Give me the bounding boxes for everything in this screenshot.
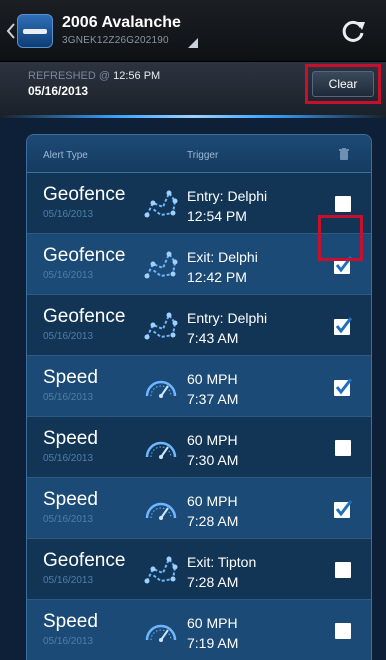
alert-type: Speed [43, 428, 98, 449]
trigger-detail: Exit: Delphi [187, 249, 258, 265]
list-item[interactable]: Geofence 05/16/2013 Exit: Tipton 7:28 AM [27, 539, 371, 600]
list-item[interactable]: Speed 05/16/2013 60 MPH 7:30 AM [27, 417, 371, 478]
checkbox-highlight [318, 215, 363, 261]
list-item[interactable]: Speed 05/16/2013 60 MPH 7:28 AM [27, 478, 371, 539]
checkbox-unchecked[interactable] [334, 195, 352, 213]
alert-type: Geofence [43, 184, 126, 205]
geofence-icon [143, 309, 179, 343]
alert-date: 05/16/2013 [43, 575, 94, 586]
refreshed-prefix: REFRESHED @ [28, 70, 111, 82]
trigger-time: 12:42 PM [187, 269, 247, 285]
checkbox-checked[interactable] [334, 500, 353, 518]
alert-type: Geofence [43, 306, 126, 327]
speedometer-icon [143, 492, 179, 526]
list-item[interactable]: Geofence 05/16/2013 Entry: Delphi 7:43 AM [27, 295, 371, 356]
alerts-list: Alert Type Trigger Geofence 05/16/2013 Ent… [26, 134, 372, 660]
speedometer-icon [143, 370, 179, 404]
trigger-time: 7:30 AM [187, 452, 239, 468]
geofence-icon [143, 553, 179, 587]
trigger-time: 7:19 AM [187, 635, 239, 651]
vehicle-icon[interactable] [17, 14, 53, 48]
trigger-time: 7:43 AM [187, 330, 239, 346]
alert-type: Geofence [43, 245, 126, 266]
trigger-detail: 60 MPH [187, 371, 238, 387]
checkbox-unchecked[interactable] [334, 439, 352, 457]
trigger-detail: 60 MPH [187, 493, 238, 509]
trigger-detail: 60 MPH [187, 432, 238, 448]
speedometer-icon [143, 431, 179, 465]
alert-type: Speed [43, 367, 98, 388]
alert-type: Speed [43, 611, 98, 632]
refreshed-label: REFRESHED @ 12:56 PM [28, 70, 160, 82]
trigger-detail: Exit: Tipton [187, 554, 257, 570]
trigger-detail: Entry: Delphi [187, 188, 268, 204]
refresh-icon[interactable] [340, 18, 366, 44]
alert-date: 05/16/2013 [43, 392, 94, 403]
clear-button[interactable]: Clear [312, 71, 374, 97]
vehicle-name[interactable]: 2006 Avalanche [62, 14, 181, 32]
trash-icon[interactable] [339, 148, 349, 160]
refreshed-date: 05/16/2013 [28, 84, 89, 98]
checkbox-unchecked[interactable] [334, 561, 352, 579]
trigger-detail: 60 MPH [187, 615, 238, 631]
alert-date: 05/16/2013 [43, 209, 94, 220]
top-bar: 2006 Avalanche 3GNEK12Z26G202190 [0, 0, 386, 62]
trigger-time: 7:28 AM [187, 513, 239, 529]
list-item[interactable]: Speed 05/16/2013 60 MPH 7:19 AM [27, 600, 371, 660]
back-chevron-icon[interactable] [6, 22, 16, 40]
alert-date: 05/16/2013 [43, 270, 94, 281]
alert-date: 05/16/2013 [43, 453, 94, 464]
list-header: Alert Type Trigger [27, 135, 371, 173]
trigger-time: 7:37 AM [187, 391, 239, 407]
checkbox-checked[interactable] [334, 378, 353, 396]
checkbox-checked[interactable] [334, 317, 353, 335]
geofence-icon [143, 248, 179, 282]
trigger-time: 12:54 PM [187, 208, 247, 224]
trigger-detail: Entry: Delphi [187, 310, 268, 326]
alert-date: 05/16/2013 [43, 331, 94, 342]
list-item[interactable]: Speed 05/16/2013 60 MPH 7:37 AM [27, 356, 371, 417]
refreshed-time: 12:56 PM [113, 70, 161, 82]
geofence-icon [143, 187, 179, 221]
trigger-column-header: Trigger [187, 150, 219, 161]
speedometer-icon [143, 614, 179, 648]
vehicle-dropdown-icon[interactable] [188, 38, 198, 48]
alert-type: Speed [43, 489, 98, 510]
trigger-time: 7:28 AM [187, 574, 239, 590]
alert-date: 05/16/2013 [43, 514, 94, 525]
vehicle-vin: 3GNEK12Z26G202190 [62, 35, 169, 46]
alert-date: 05/16/2013 [43, 636, 94, 647]
checkbox-unchecked[interactable] [334, 622, 352, 640]
alert-type-column-header: Alert Type [43, 150, 88, 161]
alert-type: Geofence [43, 550, 126, 571]
